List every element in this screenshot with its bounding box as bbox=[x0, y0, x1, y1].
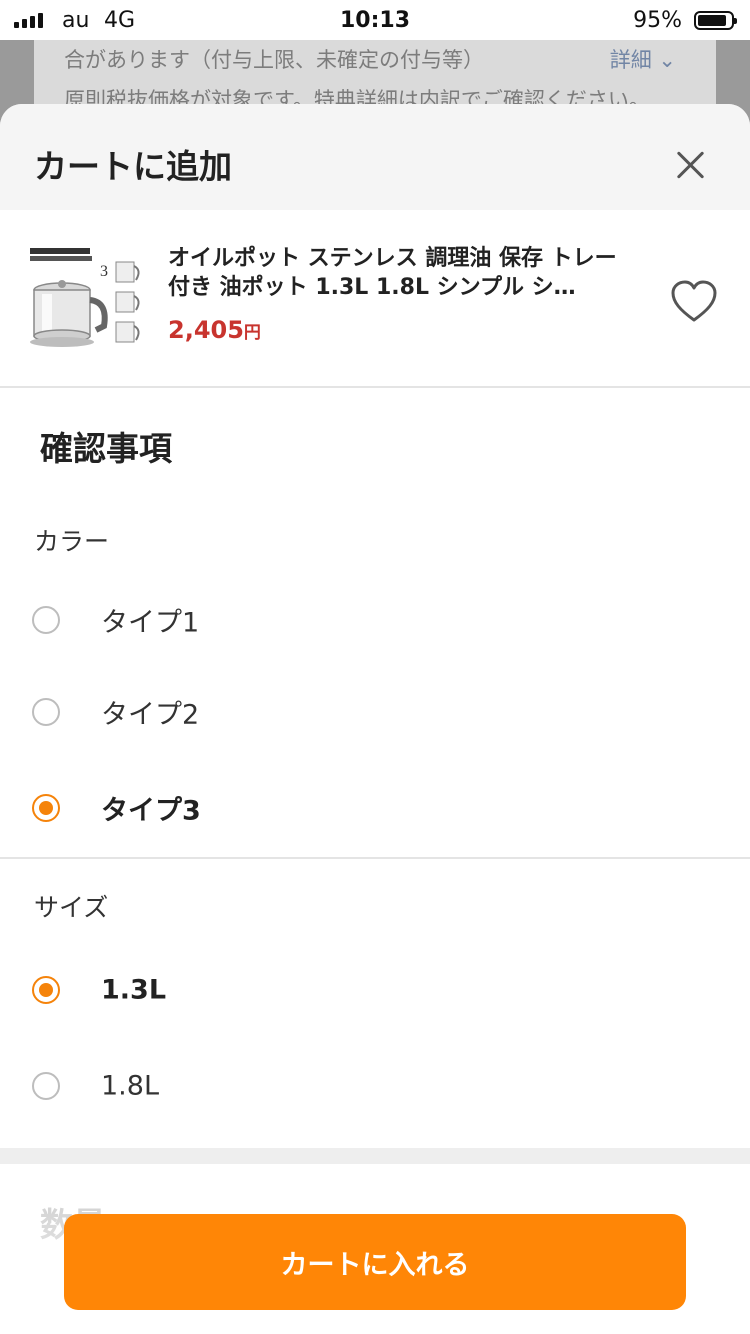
color-option-type3[interactable]: タイプ3 bbox=[0, 768, 750, 848]
price-unit: 円 bbox=[243, 323, 261, 343]
size-option-1-3l[interactable]: 1.3L bbox=[0, 950, 750, 1030]
option-label: タイプ2 bbox=[101, 699, 200, 731]
radio-icon[interactable] bbox=[32, 606, 60, 634]
add-to-cart-button[interactable]: カートに入れる bbox=[64, 1214, 686, 1310]
oil-pot-image: 3 bbox=[30, 248, 140, 347]
product-thumbnail: 3 bbox=[28, 244, 146, 362]
size-option-1-8l[interactable]: 1.8L bbox=[0, 1046, 750, 1126]
add-to-cart-sheet: カートに追加 3 オイルポット ステンレス 調理油 保存 トレー付き 油ポット … bbox=[0, 104, 750, 1334]
radio-selected-icon[interactable] bbox=[32, 976, 60, 1004]
radio-selected-icon[interactable] bbox=[32, 794, 60, 822]
product-name[interactable]: オイルポット ステンレス 調理油 保存 トレー付き 油ポット 1.3L 1.8L… bbox=[168, 244, 634, 302]
product-price: 2,405円 bbox=[168, 316, 261, 344]
confirmation-section-title: 確認事項 bbox=[40, 429, 172, 468]
option-label: 1.3L bbox=[101, 974, 167, 1006]
sheet-header: カートに追加 bbox=[0, 104, 750, 210]
product-summary: 3 オイルポット ステンレス 調理油 保存 トレー付き 油ポット 1.3L 1.… bbox=[0, 210, 750, 388]
price-amount: 2,405 bbox=[168, 316, 244, 344]
option-label: タイプ3 bbox=[101, 795, 201, 827]
svg-text:3: 3 bbox=[100, 263, 108, 280]
size-group-label: サイズ bbox=[34, 893, 109, 922]
option-label: 1.8L bbox=[101, 1070, 159, 1102]
radio-icon[interactable] bbox=[32, 1072, 60, 1100]
heart-icon[interactable] bbox=[670, 280, 718, 324]
sheet-title: カートに追加 bbox=[34, 147, 232, 186]
status-bar: au 4G 10:13 95% bbox=[0, 0, 750, 40]
option-label: タイプ1 bbox=[101, 607, 200, 639]
section-separator bbox=[0, 1148, 750, 1164]
background-page: 合があります（付与上限、未確定の付与等） 原則税抜価格が対象です。特典詳細は内訳… bbox=[34, 40, 716, 112]
battery-icon bbox=[694, 11, 737, 30]
close-icon[interactable] bbox=[676, 150, 706, 180]
radio-icon[interactable] bbox=[32, 698, 60, 726]
divider bbox=[0, 857, 750, 859]
battery-percent: 95% bbox=[633, 8, 682, 33]
color-option-type1[interactable]: タイプ1 bbox=[0, 580, 750, 660]
background-details-link: 詳細 ⌄ bbox=[609, 48, 676, 72]
color-option-type2[interactable]: タイプ2 bbox=[0, 672, 750, 752]
color-group-label: カラー bbox=[34, 527, 110, 556]
